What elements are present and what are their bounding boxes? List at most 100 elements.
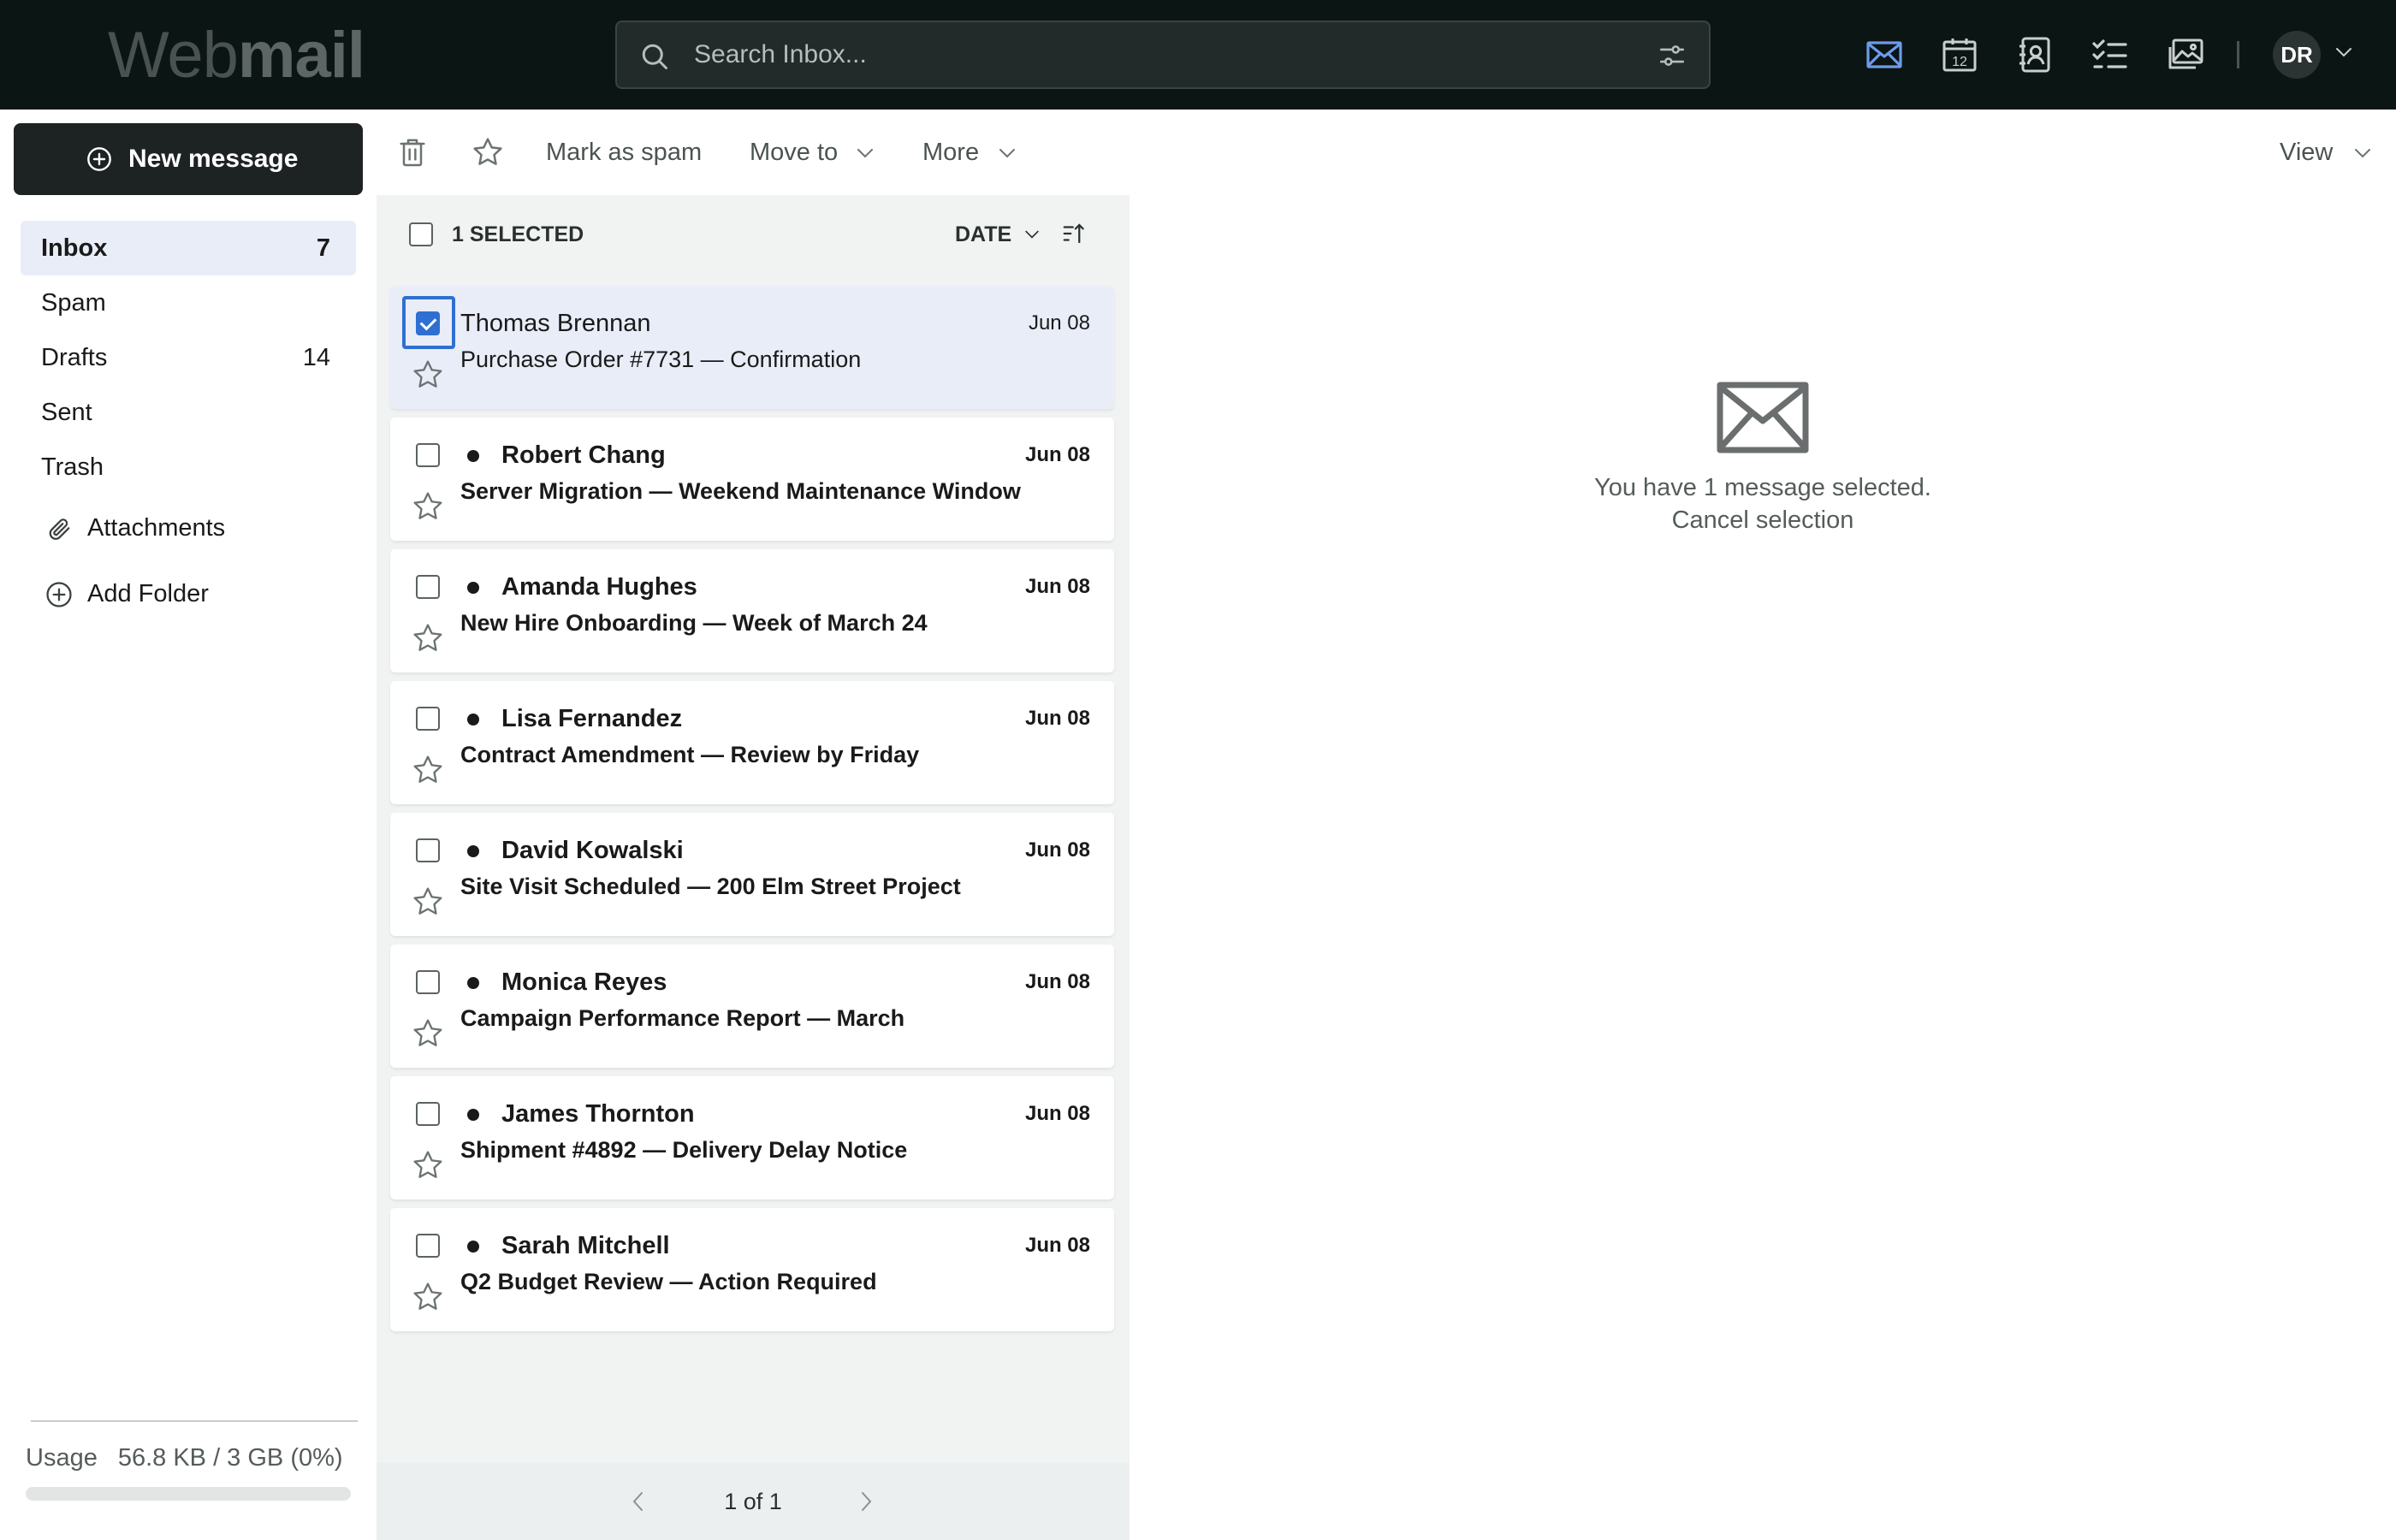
message-sender: Amanda Hughes: [501, 573, 697, 601]
sidebar-item-drafts[interactable]: Drafts 14: [21, 330, 356, 385]
message-sender: Robert Chang: [501, 441, 666, 469]
message-row[interactable]: James Thornton Jun 08 Shipment #4892 — D…: [390, 1076, 1114, 1199]
message-row[interactable]: Thomas Brennan Jun 08 Purchase Order #77…: [390, 286, 1114, 409]
star-icon[interactable]: [411, 753, 445, 787]
message-checkbox[interactable]: [416, 970, 440, 994]
message-sender: James Thornton: [501, 1100, 695, 1128]
attachments-label: Attachments: [87, 514, 226, 542]
chevron-down-icon[interactable]: [1023, 229, 1041, 240]
filter-sliders-icon[interactable]: [1658, 41, 1687, 70]
message-checkbox[interactable]: [416, 707, 440, 731]
sidebar-item-spam[interactable]: Spam: [21, 275, 356, 330]
top-bar: Webmail Search Inbox... 12 DR: [0, 0, 2396, 110]
unread-dot: [467, 977, 479, 989]
unread-dot: [467, 714, 479, 726]
message-date: Jun 08: [1024, 1102, 1090, 1125]
plus-circle-icon: [87, 147, 111, 171]
star-icon[interactable]: [411, 358, 445, 392]
message-toolbar: Mark as spam Move to More View: [377, 110, 2396, 195]
pagination: 1 of 1: [377, 1463, 1130, 1540]
message-checkbox[interactable]: [416, 838, 440, 862]
message-checkbox[interactable]: [416, 311, 440, 335]
logo-text-light: Web: [108, 19, 239, 92]
star-icon[interactable]: [411, 489, 445, 524]
tasks-icon[interactable]: [2090, 34, 2131, 75]
usage-progress-bar: [26, 1487, 351, 1501]
star-icon[interactable]: [411, 1148, 445, 1182]
calendar-icon[interactable]: 12: [1939, 34, 1980, 75]
star-icon[interactable]: [411, 885, 445, 919]
usage-divider: [31, 1420, 358, 1422]
message-date: Jun 08: [1024, 970, 1090, 993]
star-icon[interactable]: [411, 621, 445, 655]
select-all-checkbox[interactable]: [409, 222, 433, 246]
chevron-right-icon[interactable]: [857, 1489, 875, 1514]
sidebar-item-inbox[interactable]: Inbox 7: [21, 221, 356, 275]
mail-icon[interactable]: [1864, 34, 1905, 75]
sort-order-icon[interactable]: [1061, 221, 1087, 246]
sort-by-date-button[interactable]: DATE: [955, 195, 1011, 274]
unread-dot: [467, 450, 479, 462]
reading-pane: You have 1 message selected. Cancel sele…: [1130, 195, 2396, 1540]
envelope-icon: [1717, 382, 1809, 453]
message-sender: David Kowalski: [501, 837, 684, 864]
message-date: Jun 08: [1024, 1234, 1090, 1257]
folder-label: Trash: [41, 453, 104, 481]
message-subject: Server Migration — Weekend Maintenance W…: [460, 478, 1021, 504]
message-row[interactable]: David Kowalski Jun 08 Site Visit Schedul…: [390, 813, 1114, 936]
search-input[interactable]: Search Inbox...: [615, 21, 1711, 89]
chevron-down-icon[interactable]: [2334, 46, 2353, 58]
mark-as-spam-button[interactable]: Mark as spam: [546, 110, 702, 195]
message-subject: Q2 Budget Review — Action Required: [460, 1269, 877, 1294]
message-sender: Lisa Fernandez: [501, 705, 683, 732]
message-row[interactable]: Monica Reyes Jun 08 Campaign Performance…: [390, 945, 1114, 1068]
paperclip-icon: [49, 518, 70, 540]
chevron-down-icon: [999, 149, 1015, 158]
message-date: Jun 08: [1024, 443, 1090, 466]
add-folder-label: Add Folder: [87, 580, 209, 607]
folder-label: Spam: [41, 289, 106, 317]
message-checkbox[interactable]: [416, 1234, 440, 1258]
message-date: Jun 08: [1024, 707, 1090, 730]
message-subject: New Hire Onboarding — Week of March 24: [460, 610, 928, 636]
message-row[interactable]: Sarah Mitchell Jun 08 Q2 Budget Review —…: [390, 1208, 1114, 1331]
sidebar-item-trash[interactable]: Trash: [21, 440, 356, 495]
message-checkbox[interactable]: [416, 443, 440, 467]
message-row[interactable]: Lisa Fernandez Jun 08 Contract Amendment…: [390, 681, 1114, 804]
contacts-icon[interactable]: [2014, 34, 2055, 75]
message-checkbox[interactable]: [416, 575, 440, 599]
sidebar-item-sent[interactable]: Sent: [21, 385, 356, 440]
message-checkbox[interactable]: [416, 1102, 440, 1126]
new-message-button[interactable]: New message: [14, 123, 363, 195]
message-subject: Purchase Order #7731 — Confirmation: [460, 346, 862, 372]
message-row[interactable]: Robert Chang Jun 08 Server Migration — W…: [390, 418, 1114, 541]
photos-icon[interactable]: [2165, 34, 2206, 75]
star-icon[interactable]: [411, 1016, 445, 1051]
message-date: Jun 08: [1028, 311, 1090, 335]
cancel-selection-link[interactable]: Cancel selection: [1130, 503, 2396, 537]
logo-text-bold: mail: [237, 19, 365, 92]
avatar[interactable]: DR: [2273, 31, 2321, 79]
usage-label: Usage: [26, 1444, 98, 1472]
page-indicator: 1 of 1: [724, 1489, 782, 1514]
folder-count: 7: [316, 234, 330, 262]
message-subject: Campaign Performance Report — March: [460, 1005, 905, 1031]
message-sender: Monica Reyes: [501, 968, 667, 996]
view-button[interactable]: View: [2280, 110, 2333, 195]
folder-count: 14: [302, 344, 330, 371]
star-icon[interactable]: [411, 1280, 445, 1314]
message-sender: Sarah Mitchell: [501, 1232, 670, 1259]
calendar-day-number: 12: [1952, 55, 1967, 69]
webmail-logo[interactable]: Webmail: [108, 19, 365, 92]
move-to-button[interactable]: Move to: [750, 110, 838, 195]
folder-label: Drafts: [41, 344, 108, 371]
message-date: Jun 08: [1024, 575, 1090, 598]
star-icon[interactable]: [471, 135, 505, 169]
trash-icon[interactable]: [395, 135, 430, 169]
message-list: 1 SELECTED DATE Thomas Brennan Jun 08 Pu…: [377, 195, 1130, 1540]
selection-message: You have 1 message selected.: [1594, 474, 1931, 501]
message-sender: Thomas Brennan: [460, 310, 651, 337]
more-button[interactable]: More: [922, 110, 979, 195]
message-row[interactable]: Amanda Hughes Jun 08 New Hire Onboarding…: [390, 549, 1114, 672]
unread-dot: [467, 1241, 479, 1253]
